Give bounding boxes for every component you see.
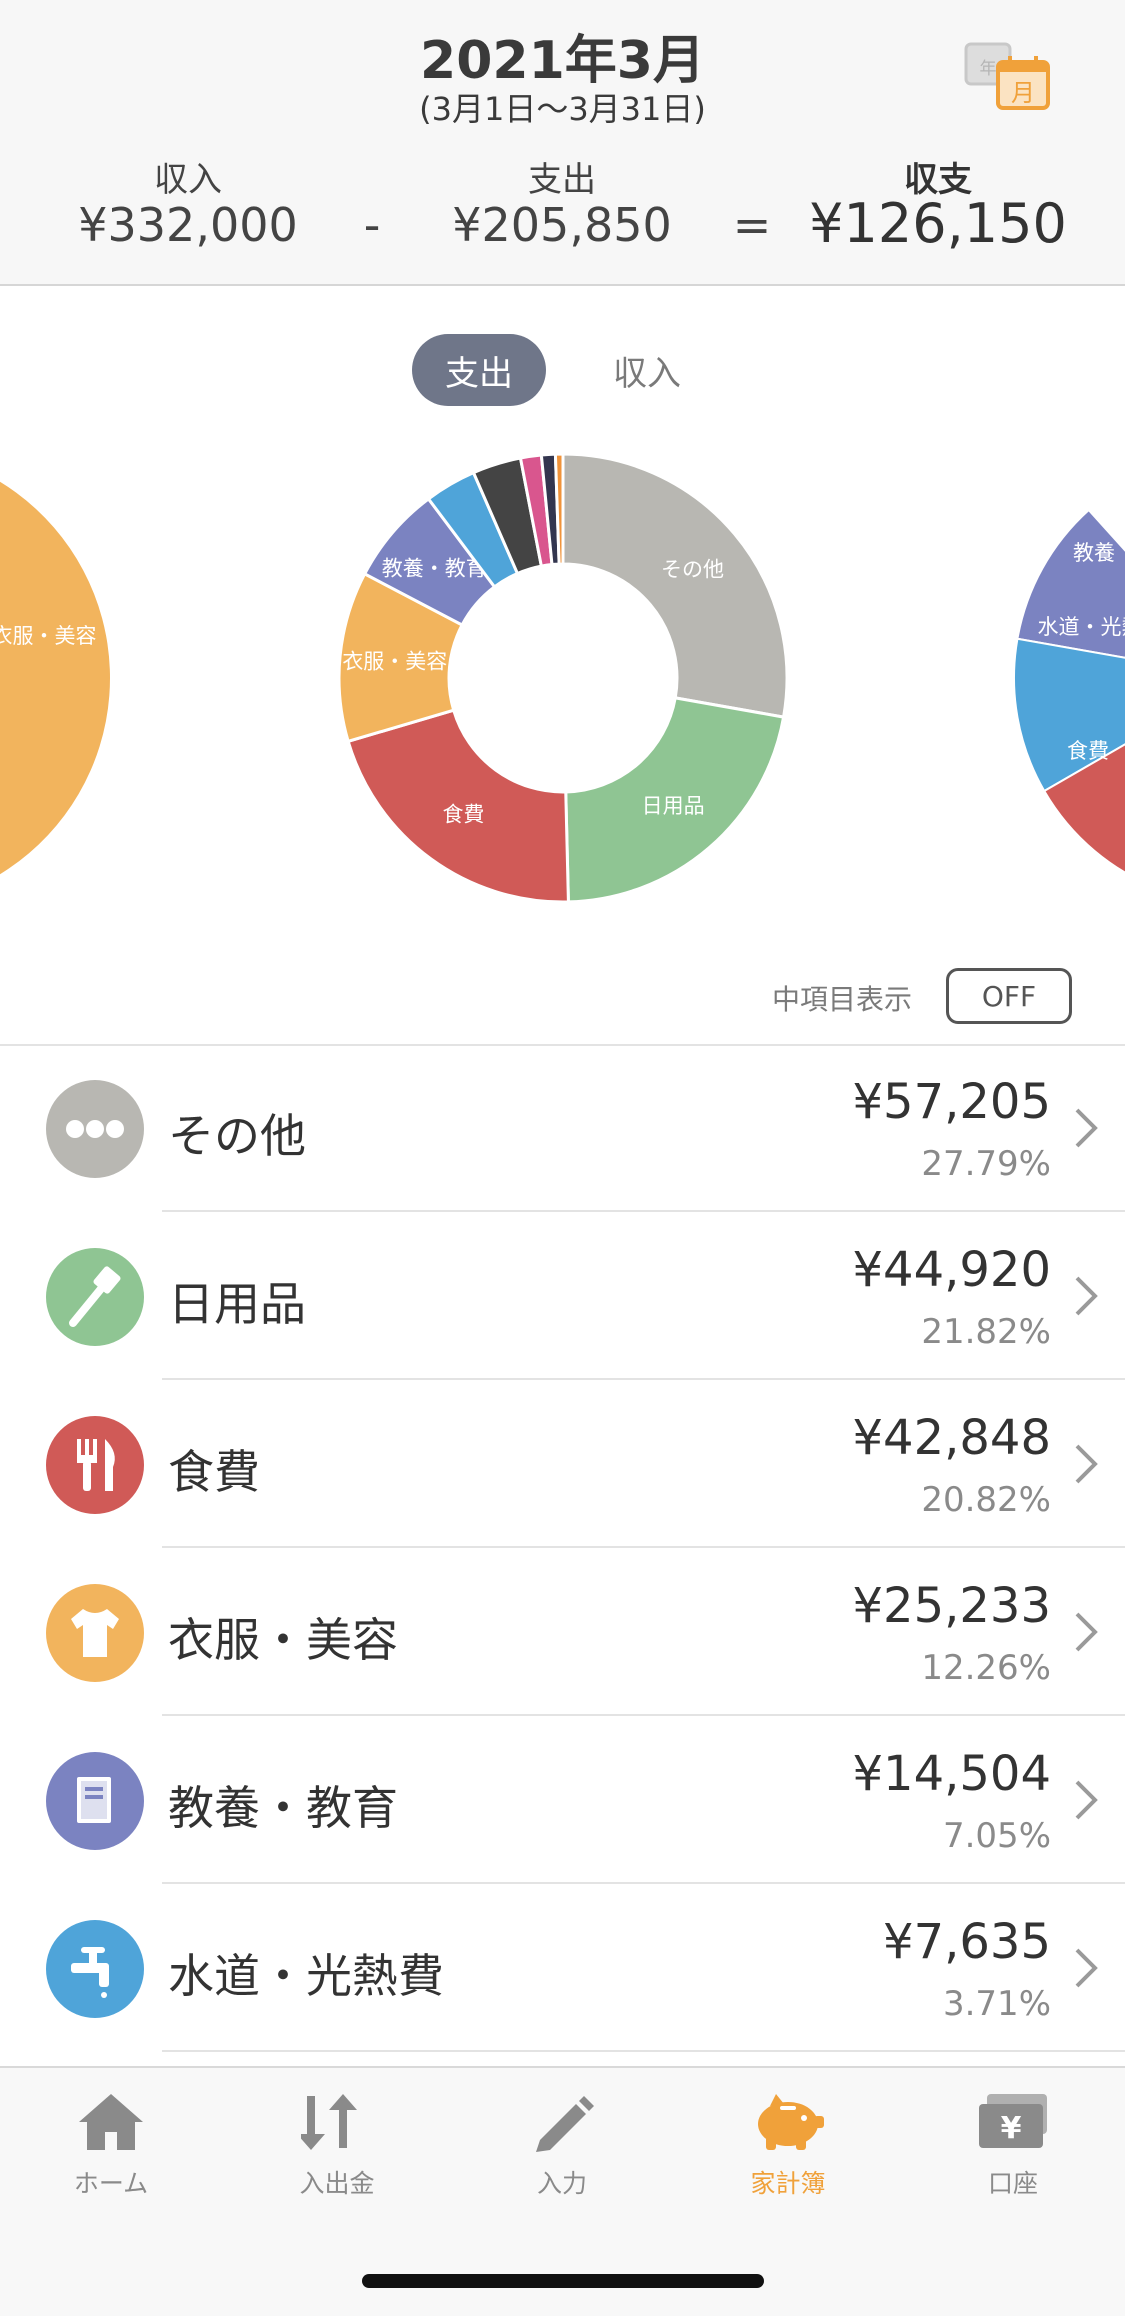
slice-label: その他 [661, 557, 724, 581]
home-indicator[interactable] [362, 2274, 764, 2288]
category-name: 食費 [168, 1436, 260, 1502]
donut-slice[interactable] [563, 454, 787, 717]
transfer-arrows-icon [301, 2090, 373, 2154]
category-name: 水道・光熱費 [168, 1940, 444, 2006]
chevron-right-icon [1071, 1944, 1101, 1992]
category-percent: 21.82% [921, 1312, 1051, 1352]
equals-sign: = [722, 198, 782, 252]
summary-header: 2021年3月 (3月1日〜3月31日) 年 月 収入 ¥332,000 - 支… [0, 0, 1125, 286]
slice-label: 日用品 [642, 794, 705, 818]
income-value: ¥332,000 [38, 198, 338, 252]
category-name: 衣服・美容 [168, 1604, 398, 1670]
svg-text:年: 年 [980, 59, 997, 79]
tab-household-book[interactable]: 家計簿 [713, 2090, 863, 2200]
slice-label: 教養・教育 [382, 556, 487, 580]
book-icon [46, 1752, 144, 1850]
chevron-right-icon [1071, 1104, 1101, 1152]
category-amount: ¥44,920 [853, 1242, 1052, 1298]
income-tab[interactable]: 収入 [580, 334, 714, 406]
category-amount: ¥57,205 [853, 1074, 1052, 1130]
subcategory-toggle-button[interactable]: OFF [946, 968, 1072, 1024]
tab-accounts[interactable]: ¥ 口座 [938, 2090, 1088, 2200]
slice-label: 衣服・美容 [342, 649, 447, 673]
category-row[interactable]: 水道・光熱費 ¥7,635 3.71% [0, 1884, 1125, 2052]
tab-household-book-label: 家計簿 [713, 2164, 863, 2200]
category-row[interactable]: 教養・教育 ¥14,504 7.05% [0, 1716, 1125, 1884]
slice-label: 水道・光熱 [1038, 615, 1125, 639]
subcategory-display-label: 中項目表示 [772, 978, 912, 1018]
current-month-donut[interactable]: その他日用品 食費 衣服・美容 教養・教育 [339, 454, 787, 902]
income-label: 収入 [58, 152, 318, 201]
slice-label: 教養 [1073, 541, 1115, 565]
chevron-right-icon [1071, 1608, 1101, 1656]
tshirt-icon [46, 1584, 144, 1682]
tab-transactions-label: 入出金 [262, 2164, 412, 2200]
expense-label: 支出 [432, 152, 692, 201]
category-name: 日用品 [168, 1268, 306, 1334]
category-amount: ¥25,233 [853, 1578, 1052, 1634]
expense-value: ¥205,850 [412, 198, 712, 252]
category-percent: 3.71% [943, 1984, 1051, 2024]
tab-home-label: ホーム [36, 2164, 186, 2200]
category-percent: 27.79% [921, 1144, 1051, 1184]
home-icon [75, 2090, 147, 2154]
pencil-icon [526, 2090, 598, 2154]
previous-month-chart[interactable]: 衣服・美容 [0, 448, 110, 908]
balance-value: ¥126,150 [788, 192, 1088, 255]
faucet-icon [46, 1920, 144, 2018]
slice-label: 食費 [1067, 739, 1109, 763]
tab-transactions[interactable]: 入出金 [262, 2090, 412, 2200]
category-row[interactable]: 日用品 ¥44,920 21.82% [0, 1212, 1125, 1380]
expense-tab[interactable]: 支出 [412, 334, 546, 406]
expense-donut-chart[interactable]: 衣服・美容 その他日用品 食費 衣服・美容 教養・教育 教養水道・光熱食費 [0, 440, 1125, 930]
category-row[interactable]: その他 ¥57,205 27.79% [0, 1044, 1125, 1212]
next-month-chart[interactable]: 教養水道・光熱食費 [1014, 510, 1125, 904]
category-percent: 20.82% [921, 1480, 1051, 1520]
slice-label: 食費 [442, 803, 484, 827]
chevron-right-icon [1071, 1272, 1101, 1320]
category-amount: ¥14,504 [853, 1746, 1052, 1802]
fork-knife-icon [46, 1416, 144, 1514]
category-percent: 12.26% [921, 1648, 1051, 1688]
row-divider [162, 2050, 1125, 2052]
svg-text:月: 月 [1011, 79, 1035, 107]
category-row[interactable]: 食費 ¥42,848 20.82% [0, 1380, 1125, 1548]
month-range: (3月1日〜3月31日) [0, 84, 1125, 130]
category-row[interactable]: 衣服・美容 ¥25,233 12.26% [0, 1548, 1125, 1716]
tab-input[interactable]: 入力 [487, 2090, 637, 2200]
minus-sign: - [342, 198, 402, 252]
svg-text:¥: ¥ [1001, 2111, 1022, 2146]
toothbrush-icon [46, 1248, 144, 1346]
category-amount: ¥42,848 [853, 1410, 1052, 1466]
chevron-right-icon [1071, 1776, 1101, 1824]
category-amount: ¥7,635 [883, 1914, 1051, 1970]
wallet-icon: ¥ [973, 2090, 1053, 2154]
category-name: その他 [168, 1100, 306, 1166]
calendar-toggle-icon[interactable]: 年 月 [962, 40, 1058, 116]
slice-label: 衣服・美容 [0, 624, 97, 648]
tab-accounts-label: 口座 [938, 2164, 1088, 2200]
month-title[interactable]: 2021年3月 [0, 18, 1125, 93]
donut-slice[interactable] [0, 448, 110, 908]
dots-icon [46, 1080, 144, 1178]
piggy-bank-icon [748, 2090, 828, 2154]
category-percent: 7.05% [943, 1816, 1051, 1856]
category-name: 教養・教育 [168, 1772, 398, 1838]
tab-home[interactable]: ホーム [36, 2090, 186, 2200]
chevron-right-icon [1071, 1440, 1101, 1488]
tab-input-label: 入力 [487, 2164, 637, 2200]
